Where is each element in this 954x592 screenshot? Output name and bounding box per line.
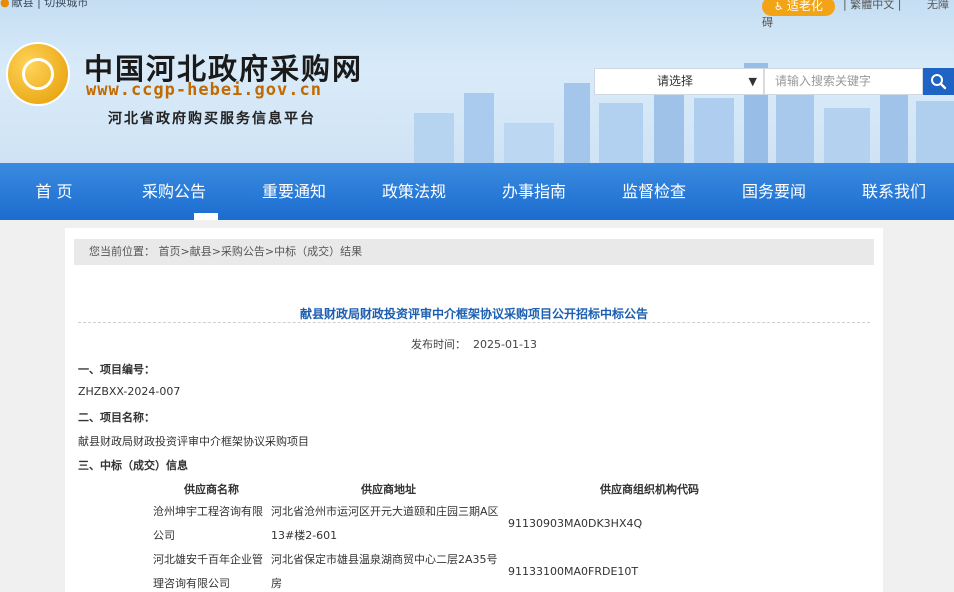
- search-category-select[interactable]: 请选择 ▼: [594, 68, 764, 95]
- select-value: 请选择: [657, 74, 694, 88]
- location-switcher[interactable]: ● 献县 | 切换城市: [0, 0, 88, 10]
- supplier-address-line: 房: [271, 577, 282, 590]
- logo-ring: [22, 58, 54, 90]
- supplier-org-code: 91130903MA0DK3HX4Q: [508, 517, 643, 530]
- location-pin-icon: ●: [0, 0, 10, 9]
- content-panel: [65, 228, 883, 592]
- site-header: ● 献县 | 切换城市 ♿ 适老化 | 繁體中文 | 无障 碍 中国河北政府采购网 …: [0, 0, 954, 163]
- traditional-chinese-link[interactable]: | 繁體中文 |: [843, 0, 901, 12]
- search-button[interactable]: [923, 68, 954, 95]
- main-nav: 首 页 采购公告 重要通知 政策法规 办事指南 监督检查 国务要闻 联系我们: [0, 163, 954, 220]
- supplier-address-line: 13#楼2-601: [271, 529, 338, 542]
- publish-date: 发布时间： 2025-01-13: [78, 336, 870, 352]
- search-icon: [931, 74, 947, 90]
- chevron-down-icon: ▼: [748, 75, 757, 88]
- section-project-number-heading: 一、项目编号：: [78, 363, 155, 376]
- city-skyline-decoration: [414, 63, 954, 163]
- title-divider: [78, 322, 870, 323]
- supplier-name-line: 沧州坤宇工程咨询有限: [153, 505, 263, 518]
- site-logo-emblem[interactable]: [6, 42, 70, 106]
- table-header-supplier-address: 供应商地址: [361, 483, 416, 496]
- table-header-org-code: 供应商组织机构代码: [600, 483, 699, 496]
- site-url: www.ccgp-hebei.gov.cn: [86, 80, 322, 100]
- publish-date-label: 发布时间：: [411, 338, 467, 351]
- elder-mode-label: 适老化: [786, 0, 823, 13]
- section-winner-heading: 三、中标（成交）信息: [78, 459, 188, 472]
- supplier-address-line: 河北省沧州市运河区开元大道颐和庄园三期A区: [271, 505, 499, 518]
- nav-item-guide[interactable]: 办事指南: [474, 163, 594, 220]
- site-subtitle: 河北省政府购买服务信息平台: [108, 111, 316, 127]
- accessibility-link[interactable]: 无障: [927, 0, 949, 12]
- supplier-org-code: 91133100MA0FRDE10T: [508, 565, 639, 578]
- project-number-value: ZHZBXX-2024-007: [78, 385, 181, 398]
- nav-item-procurement-notices[interactable]: 采购公告: [114, 163, 234, 220]
- supplier-name-line: 公司: [153, 529, 175, 542]
- location-text: 献县 | 切换城市: [11, 0, 89, 9]
- nav-active-indicator: [194, 213, 218, 220]
- nav-item-policies[interactable]: 政策法规: [354, 163, 474, 220]
- nav-item-supervision[interactable]: 监督检查: [594, 163, 714, 220]
- breadcrumb[interactable]: 您当前位置： 首页>献县>采购公告>中标（成交）结果: [74, 239, 874, 265]
- nav-item-contact[interactable]: 联系我们: [834, 163, 954, 220]
- nav-item-important-notices[interactable]: 重要通知: [234, 163, 354, 220]
- supplier-name-line: 理咨询有限公司: [153, 577, 230, 590]
- page-title: 献县财政局财政投资评审中介框架协议采购项目公开招标中标公告: [299, 307, 648, 321]
- search-input[interactable]: 请输入搜索关键字: [764, 68, 923, 95]
- section-project-name-heading: 二、项目名称：: [78, 411, 155, 424]
- nav-item-state-news[interactable]: 国务要闻: [714, 163, 834, 220]
- supplier-address-line: 河北省保定市雄县温泉湖商贸中心二层2A35号: [271, 553, 498, 566]
- accessibility-link-wrap[interactable]: 碍: [762, 14, 773, 30]
- person-icon: ♿: [774, 0, 784, 13]
- supplier-name-line: 河北雄安千百年企业管: [153, 553, 263, 566]
- publish-date-value: 2025-01-13: [473, 338, 537, 351]
- project-name-value: 献县财政局财政投资评审中介框架协议采购项目: [78, 435, 309, 448]
- table-header-supplier-name: 供应商名称: [184, 483, 239, 496]
- nav-item-home[interactable]: 首 页: [0, 163, 108, 220]
